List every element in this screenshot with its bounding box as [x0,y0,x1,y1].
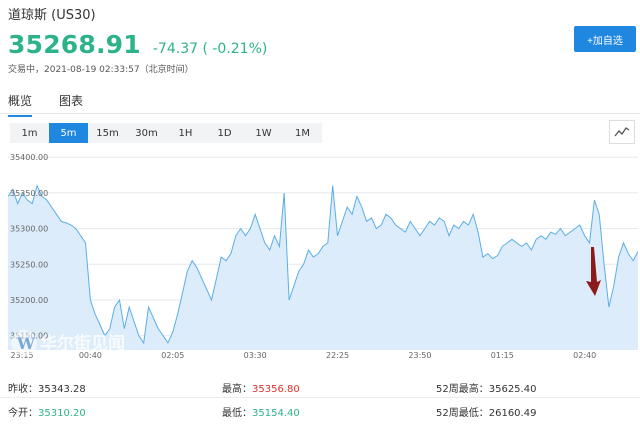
x-tick-label: 03:30 [244,351,267,360]
interval-1mo[interactable]: 1M [283,123,322,143]
stat-52w-high: 52周最高：35625.40 [436,384,537,395]
stats-divider [0,397,640,398]
price-area [8,185,638,350]
y-tick-label: 35400.00 [10,153,48,162]
x-tick-label: 23:50 [408,351,431,360]
stat-low: 最低：35154.40 [222,408,300,419]
interval-15m[interactable]: 15m [88,123,127,143]
interval-1m[interactable]: 1m [10,123,49,143]
stat-high: 最高：35356.80 [222,384,300,395]
watermark-text: 华尔街见闻 [40,333,125,354]
instrument-title: 道琼斯 (US30) [8,8,96,23]
interval-1h[interactable]: 1H [166,123,205,143]
x-tick-label: 02:40 [573,351,596,360]
stat-open: 今开：35310.20 [8,408,86,419]
y-tick-label: 35350.00 [10,189,48,198]
stat-prev-close: 昨收：35343.28 [8,384,86,395]
interval-selector: 1m 5m 15m 30m 1H 1D 1W 1M [10,123,322,143]
price-change: -74.37 ( -0.21%) [152,41,268,57]
interval-1d[interactable]: 1D [205,123,244,143]
tabs-divider [0,113,640,114]
price-chart-svg: 35400.00 35350.00 35300.00 35250.00 35200.00… [7,153,639,360]
chart-type-button[interactable] [609,120,635,144]
watermark-logo: W 华尔街见闻 [11,330,125,356]
y-tick-label: 35300.00 [10,225,48,234]
svg-text:W: W [16,334,36,353]
current-price: 35268.91 [8,30,141,59]
y-tick-label: 35200.00 [10,296,48,305]
x-tick-label: 01:15 [491,351,514,360]
price-row: 35268.91 -74.37 ( -0.21%) [8,30,267,59]
interval-5m[interactable]: 5m [49,123,88,143]
x-tick-label: 22:25 [326,351,349,360]
interval-1w[interactable]: 1W [244,123,283,143]
price-chart[interactable]: 35400.00 35350.00 35300.00 35250.00 35200.00… [7,150,639,365]
line-chart-icon [614,127,630,137]
trading-status: 交易中，2021-08-19 02:33:57（北京时间） [8,65,194,75]
y-tick-label: 35250.00 [10,260,48,269]
interval-30m[interactable]: 30m [127,123,166,143]
add-watchlist-button[interactable]: +加自选 [574,26,636,52]
x-tick-label: 02:05 [161,351,184,360]
stat-52w-low: 52周最低：26160.49 [436,408,537,419]
